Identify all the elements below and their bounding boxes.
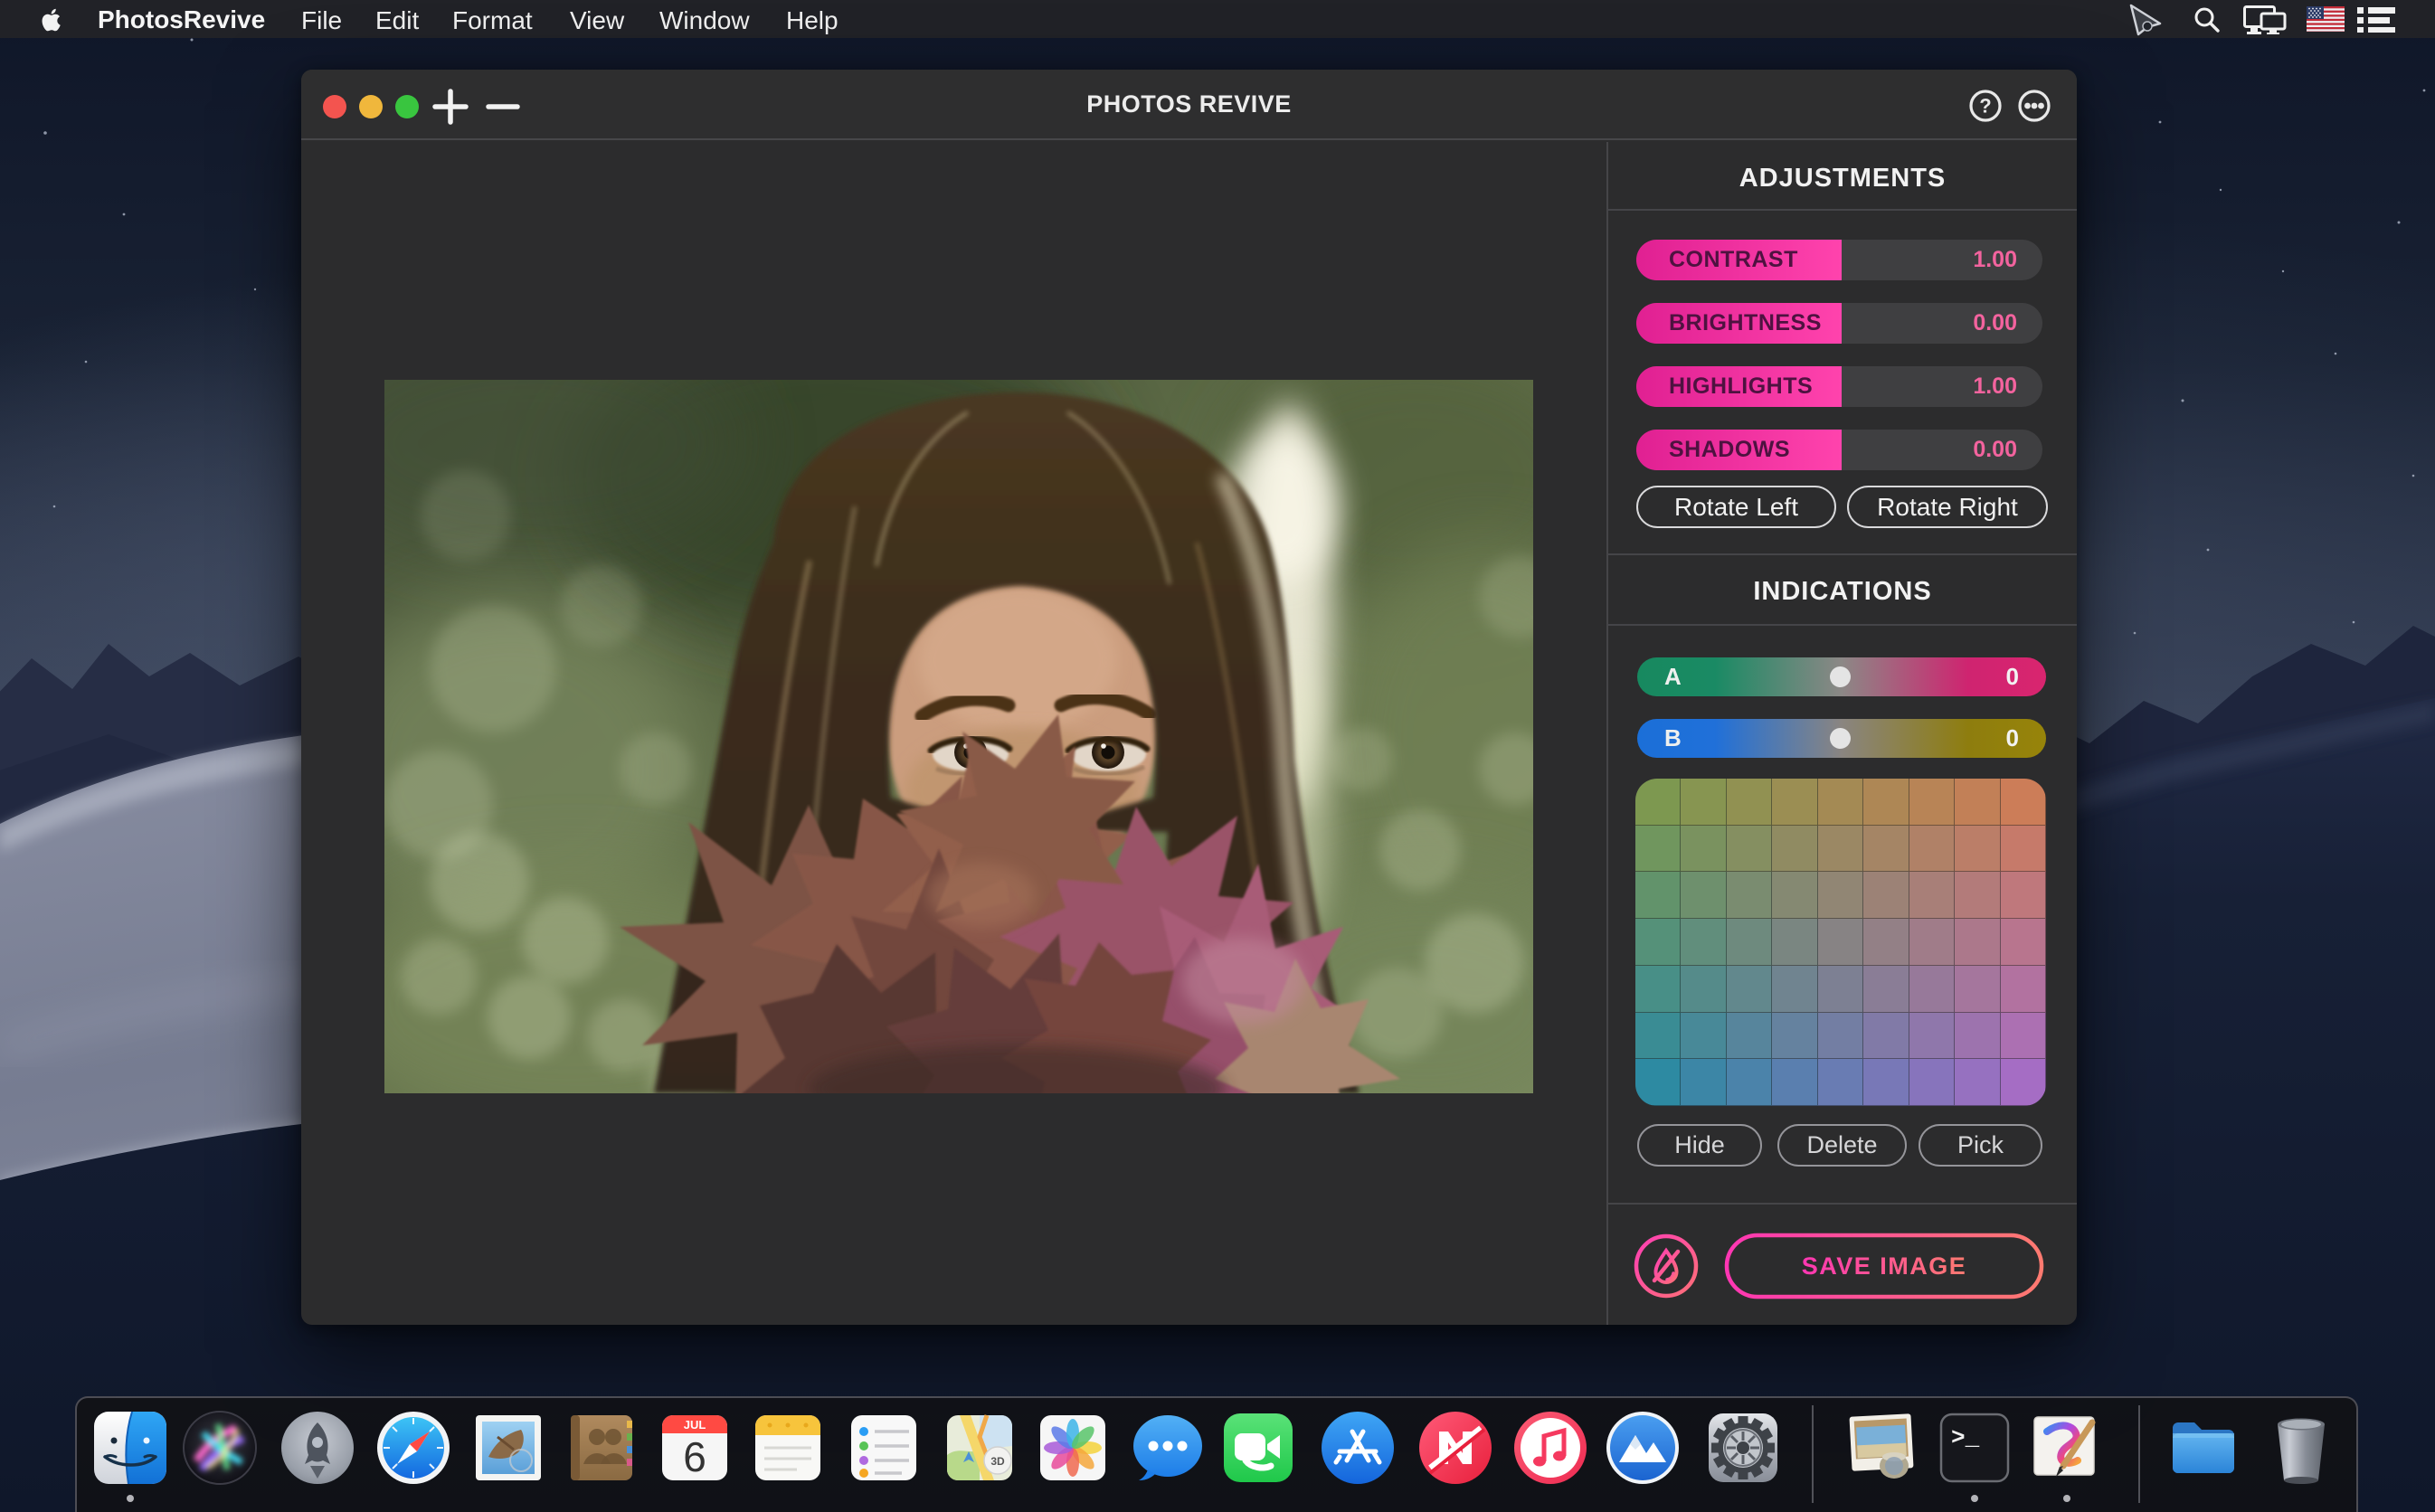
svg-text:?: ?	[1979, 95, 1991, 118]
svg-text:JUL: JUL	[684, 1418, 706, 1432]
svg-text:6: 6	[683, 1433, 706, 1480]
svg-text:SAVE IMAGE: SAVE IMAGE	[1802, 1252, 1967, 1280]
svg-text:>_: >_	[1951, 1424, 1980, 1451]
svg-text:3D: 3D	[990, 1455, 1005, 1468]
